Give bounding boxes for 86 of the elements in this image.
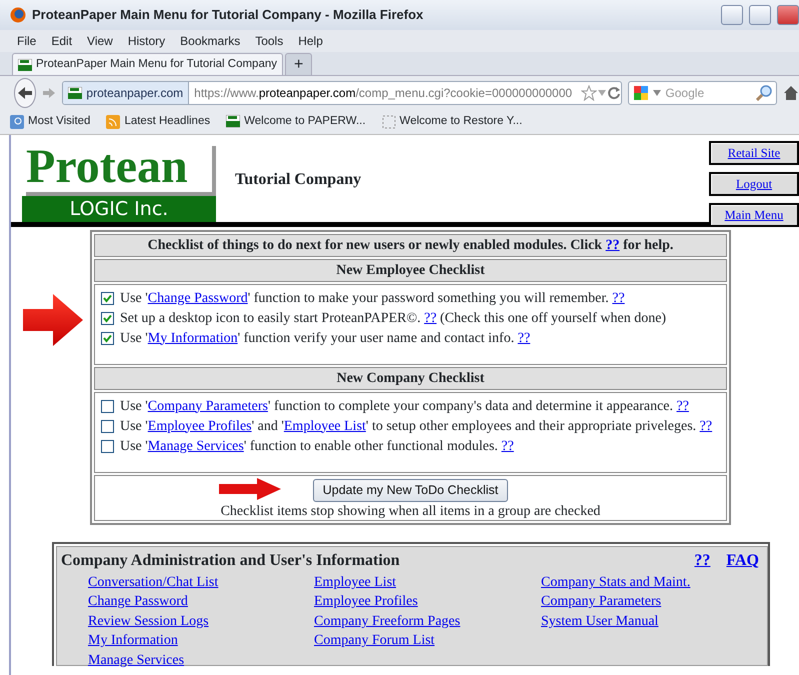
admin-link[interactable]: Change Password xyxy=(88,592,188,612)
site-icon xyxy=(68,87,82,99)
checkbox[interactable] xyxy=(101,292,114,304)
nav-link-button[interactable]: Logout xyxy=(709,172,799,196)
checklist-item-text: Use 'Manage Services' function to enable other functional modules. ?? xyxy=(120,438,514,456)
back-button[interactable] xyxy=(14,78,36,108)
link[interactable]: Manage Services xyxy=(148,438,244,454)
menu-item[interactable]: View xyxy=(87,32,113,50)
link[interactable]: ?? xyxy=(612,290,625,306)
browser-tab[interactable]: ProteanPaper Main Menu for Tutorial Company xyxy=(12,53,283,75)
checklist-item-text: Use 'Company Parameters' function to complete your company's data and determine it appearance. ?? xyxy=(120,398,689,416)
admin-link[interactable]: Company Parameters xyxy=(541,592,662,612)
admin-link[interactable]: Employee List xyxy=(314,573,396,592)
admin-link[interactable]: Manage Services xyxy=(88,650,184,670)
link[interactable]: Company Parameters xyxy=(148,398,268,414)
link[interactable]: Employee List xyxy=(284,418,366,434)
new-tab-button[interactable]: + xyxy=(284,53,312,75)
firefox-icon xyxy=(10,7,26,23)
checklist-item-text: Set up a desktop icon to easily start ProteanPAPER©. ?? (Check this one off yourself when done) xyxy=(120,310,666,328)
panel-title: Company Administration and User's Information xyxy=(61,551,400,571)
company-name: Tutorial Company xyxy=(235,170,362,190)
star-icon xyxy=(581,85,598,101)
rss-icon xyxy=(106,115,120,129)
menu-item[interactable]: History xyxy=(128,32,166,50)
checkbox[interactable] xyxy=(101,400,114,412)
menu-item[interactable]: Edit xyxy=(51,32,72,50)
page-icon xyxy=(226,115,240,129)
checkbox[interactable] xyxy=(101,332,114,344)
link[interactable]: ?? xyxy=(501,438,514,454)
reload-icon xyxy=(607,86,622,100)
menu-item[interactable]: Bookmarks xyxy=(180,32,240,50)
admin-link[interactable]: Company Freeform Pages xyxy=(314,612,460,632)
checklist-item-text: Use 'Employee Profiles' and 'Employee List' to setup other employees and their appropriate priveleges. ?? xyxy=(120,418,712,436)
forward-arrow-icon xyxy=(42,87,56,99)
link[interactable]: Employee Profiles xyxy=(148,418,252,434)
logo-subtitle: LOGIC Inc. xyxy=(22,196,216,222)
dropdown-icon xyxy=(653,90,662,96)
page-icon xyxy=(18,58,32,70)
checkbox[interactable] xyxy=(101,312,114,324)
nav-link-button[interactable]: Main Menu xyxy=(709,203,799,227)
bookmark-item[interactable]: Most Visited xyxy=(10,113,90,131)
checklist-note: Checklist items stop showing when all items in a group are checked xyxy=(220,502,602,521)
link[interactable]: ?? xyxy=(676,398,689,414)
link[interactable]: My Information xyxy=(148,330,238,346)
back-arrow-icon xyxy=(17,86,34,100)
maximize-button[interactable] xyxy=(749,5,771,25)
checklist-item-text: Use 'Change Password' function to make your password something you will remember. ?? xyxy=(120,290,625,308)
checklist-item-text: Use 'My Information' function verify your user name and contact info. ?? xyxy=(120,330,530,348)
admin-link[interactable]: System User Manual xyxy=(541,612,658,632)
admin-link[interactable]: Company Forum List xyxy=(314,631,435,651)
bookmark-item[interactable]: Welcome to PAPERW... xyxy=(226,113,366,131)
link[interactable]: ?? xyxy=(518,330,530,346)
address-bar[interactable]: proteanpaper.com https://www.proteanpaper.com/comp_menu.cgi?cookie=000000000000 xyxy=(62,81,622,105)
bookmark-item[interactable]: Latest Headlines xyxy=(106,113,210,131)
admin-link[interactable]: Conversation/Chat List xyxy=(88,573,218,592)
link[interactable]: Change Password xyxy=(148,290,248,306)
checkbox[interactable] xyxy=(101,440,114,452)
link[interactable]: ?? xyxy=(606,238,620,253)
section-title: New Employee Checklist xyxy=(94,259,727,282)
menu-item[interactable]: Tools xyxy=(255,32,284,50)
dropdown-icon xyxy=(597,89,608,97)
arrow-icon xyxy=(217,477,283,501)
help-link[interactable]: FAQ xyxy=(726,549,759,573)
update-button[interactable]: Update my New ToDo Checklist xyxy=(312,479,508,502)
link[interactable]: ?? xyxy=(700,418,712,434)
minimize-button[interactable] xyxy=(721,5,743,25)
site-identity: proteanpaper.com xyxy=(86,85,184,102)
admin-link[interactable]: Review Session Logs xyxy=(88,612,209,632)
checkbox[interactable] xyxy=(101,420,114,432)
url-text: https://www.proteanpaper.com/comp_menu.cgi?cookie=000000000000 xyxy=(193,85,574,102)
window-title: ProteanPaper Main Menu for Tutorial Company - Mozilla Firefox xyxy=(32,6,424,24)
checklist-header: Checklist of things to do next for new users or newly enabled modules. Click ?? for help. xyxy=(94,234,727,257)
blank-page-icon xyxy=(382,115,396,129)
menu-item[interactable]: File xyxy=(17,32,36,50)
home-icon xyxy=(783,85,799,101)
nav-link-button[interactable]: Retail Site xyxy=(709,141,799,165)
section-title: New Company Checklist xyxy=(94,367,727,390)
menu-item[interactable]: Help xyxy=(298,32,323,50)
admin-link[interactable]: My Information xyxy=(88,631,178,651)
admin-link[interactable]: Employee Profiles xyxy=(314,592,418,612)
arrow-icon xyxy=(21,292,85,348)
bookmark-item[interactable]: Welcome to Restore Y... xyxy=(382,113,522,131)
help-link[interactable]: ?? xyxy=(694,549,710,573)
admin-link[interactable]: Company Stats and Maint. xyxy=(541,573,690,592)
google-icon xyxy=(633,85,650,101)
link[interactable]: ?? xyxy=(424,310,437,326)
